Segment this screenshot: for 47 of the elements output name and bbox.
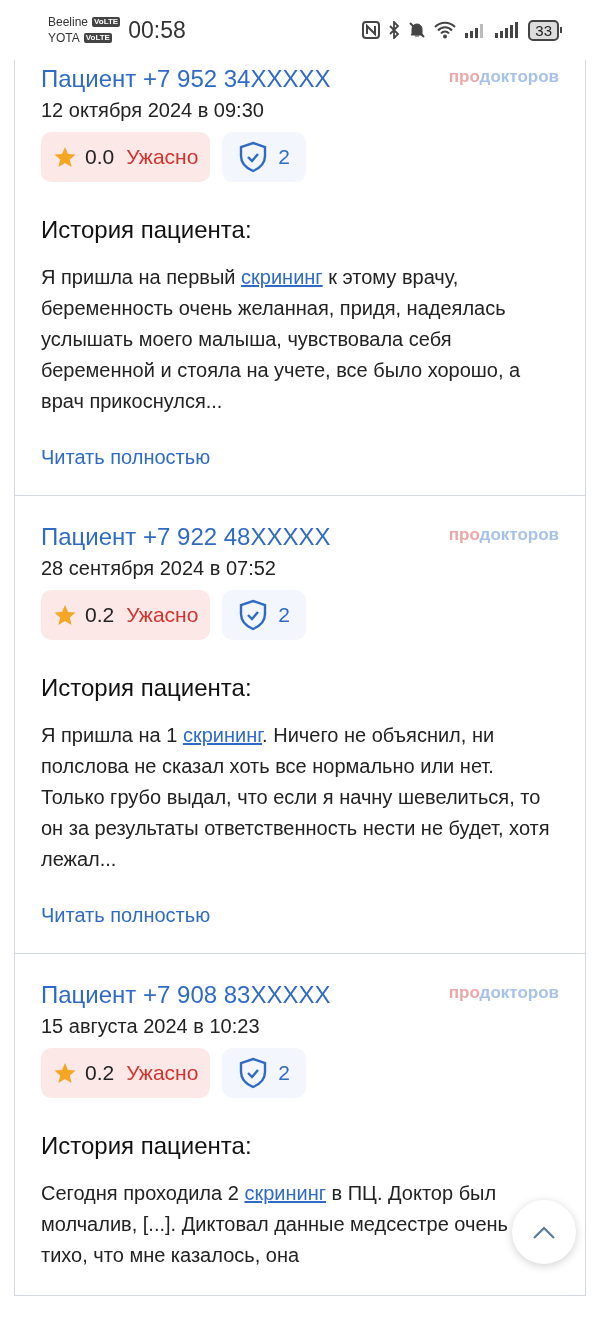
review-text: Я пришла на первый скрининг к этому врачу, беременность очень желанная, придя, надеялась услышать моего малыша, чувствовала себя беременной и стояла на учете, все было хорошо, а врач прикоснулся...: [41, 265, 522, 414]
star-icon: [53, 1061, 77, 1085]
rating-verdict: Ужасно: [126, 144, 199, 171]
review-text: Я пришла на 1 скрининг. Ничего не объяснил, ни полслова не сказал хоть все нормально или нет. Только грубо выдал, что если я начну шевелиться, то он за результаты ответственность нести не будет, хотя лежал...: [41, 723, 551, 872]
nfc-icon: [362, 21, 381, 39]
signal-icon: [494, 21, 521, 39]
rating-value: 0.2: [85, 602, 115, 629]
author-link[interactable]: Пациент +7 952 34XXXXX: [41, 64, 331, 94]
star-icon: [53, 145, 77, 169]
wifi-icon: [434, 21, 457, 39]
shield-check-icon: [238, 1057, 269, 1089]
section-heading: История пациента:: [41, 215, 253, 245]
source-logo: продокторов: [448, 982, 559, 1004]
author-link[interactable]: Пациент +7 922 48XXXXX: [41, 522, 331, 552]
screening-link[interactable]: скрининг: [244, 1182, 326, 1204]
chevron-up-icon: [533, 1225, 555, 1239]
review-date: 15 августа 2024 в 10:23: [41, 1014, 261, 1039]
screening-link[interactable]: скрининг: [182, 724, 263, 746]
source-logo: продокторов: [448, 524, 559, 546]
muted-bell-icon: [408, 21, 427, 39]
rating-verdict: Ужасно: [126, 602, 199, 629]
carrier-name: Beeline: [48, 15, 89, 29]
clock-time: 00:58: [128, 15, 186, 45]
source-logo: продокторов: [448, 66, 559, 88]
rating-value: 0.0: [85, 144, 115, 171]
shield-check-icon: [238, 599, 269, 631]
section-heading: История пациента:: [41, 673, 253, 703]
carrier-name: YOTA: [48, 31, 80, 45]
star-icon: [53, 603, 77, 627]
verified-count: 2: [278, 602, 291, 629]
review-date: 28 сентября 2024 в 07:52: [41, 556, 277, 581]
shield-check-icon: [238, 141, 269, 173]
bluetooth-icon: [388, 21, 401, 39]
read-more-link[interactable]: Читать полностью: [41, 901, 559, 929]
volte-badge: VoLTE: [83, 33, 112, 43]
volte-badge: VoLTE: [92, 17, 121, 27]
verified-count: 2: [278, 144, 291, 171]
scroll-to-top-button[interactable]: [512, 1200, 576, 1264]
battery-level: 33: [528, 19, 559, 41]
author-link[interactable]: Пациент +7 908 83XXXXX: [41, 980, 331, 1010]
review-date: 12 октября 2024 в 09:30: [41, 98, 265, 123]
verified-count: 2: [278, 1060, 291, 1087]
section-heading: История пациента:: [41, 1131, 253, 1161]
rating-value: 0.2: [85, 1060, 115, 1087]
rating-verdict: Ужасно: [126, 1060, 199, 1087]
read-more-link[interactable]: Читать полностью: [41, 443, 559, 471]
screening-link[interactable]: скрининг: [241, 266, 323, 288]
